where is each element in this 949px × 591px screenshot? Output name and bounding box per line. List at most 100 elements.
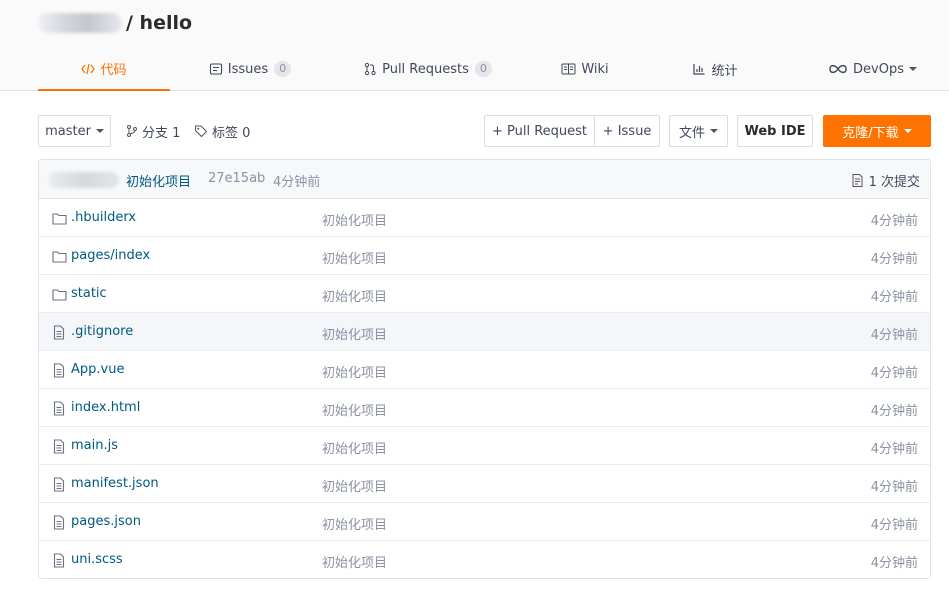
issues-count-badge: 0	[274, 61, 292, 77]
file-commit-message[interactable]: 初始化项目	[322, 476, 387, 495]
tab-code[interactable]: 代码	[38, 48, 170, 91]
file-menu-label: 文件	[678, 125, 705, 141]
file-row[interactable]: .hbuilderx 初始化项目 4分钟前	[39, 199, 930, 237]
file-row[interactable]: pages/index 初始化项目 4分钟前	[39, 237, 930, 275]
folder-icon	[51, 248, 67, 264]
file-commit-time: 4分钟前	[870, 556, 918, 571]
commit-message[interactable]: 初始化项目	[126, 171, 191, 190]
repo-toolbar: master 分支 1 标签 0 + Pull Request + Issue …	[38, 115, 931, 147]
tab-stats[interactable]: 统计	[675, 48, 755, 90]
new-issue-button[interactable]: + Issue	[594, 115, 660, 147]
file-name-link[interactable]: pages.json	[71, 514, 141, 529]
repo-header: / hello 代码 Issues 0 Pull Requests 0 Wiki…	[0, 0, 949, 91]
file-row[interactable]: uni.scss 初始化项目 4分钟前	[39, 541, 930, 578]
tab-label: Wiki	[581, 61, 609, 77]
file-name-link[interactable]: App.vue	[71, 362, 124, 377]
folder-icon	[51, 286, 67, 302]
file-rows: .hbuilderx 初始化项目 4分钟前 pages/index 初始化项目 4分钟前 s…	[39, 199, 930, 578]
tab-label: DevOps	[853, 61, 904, 77]
branch-icon	[126, 124, 138, 138]
commit-count-label: 1 次提交	[868, 175, 920, 190]
code-icon	[81, 62, 96, 76]
file-row[interactable]: static 初始化项目 4分钟前	[39, 275, 930, 313]
file-commit-message[interactable]: 初始化项目	[322, 400, 387, 419]
tag-icon	[194, 124, 208, 138]
file-name-link[interactable]: uni.scss	[71, 552, 123, 567]
file-icon	[51, 552, 67, 568]
branch-select-label: master	[45, 123, 91, 139]
file-commit-message[interactable]: 初始化项目	[322, 286, 387, 305]
pr-count-badge: 0	[474, 61, 492, 77]
commit-author-redacted[interactable]	[49, 172, 119, 188]
file-commit-message[interactable]: 初始化项目	[322, 514, 387, 533]
file-commit-time: 4分钟前	[870, 366, 918, 381]
file-commit-time: 4分钟前	[870, 290, 918, 305]
latest-commit-bar: 初始化项目 27e15ab 4分钟前 1 次提交	[39, 160, 930, 199]
repo-tabs: 代码 Issues 0 Pull Requests 0 Wiki 统计 DevO…	[0, 48, 949, 91]
file-commit-message[interactable]: 初始化项目	[322, 248, 387, 267]
file-commit-time: 4分钟前	[870, 442, 918, 457]
file-commit-time: 4分钟前	[870, 518, 918, 533]
file-icon	[51, 362, 67, 378]
file-commit-message[interactable]: 初始化项目	[322, 362, 387, 381]
web-ide-button[interactable]: Web IDE	[737, 115, 813, 147]
clone-download-button[interactable]: 克隆/下载	[823, 115, 931, 147]
tab-label: Pull Requests	[382, 61, 469, 77]
repo-title: / hello	[38, 10, 192, 36]
file-commit-time: 4分钟前	[870, 328, 918, 343]
wiki-icon	[561, 62, 576, 76]
branch-select[interactable]: master	[38, 115, 111, 147]
file-row[interactable]: manifest.json 初始化项目 4分钟前	[39, 465, 930, 503]
tab-wiki[interactable]: Wiki	[545, 48, 625, 90]
commit-history-icon	[851, 173, 864, 188]
file-icon	[51, 476, 67, 492]
commit-count-link[interactable]: 1 次提交	[851, 171, 920, 190]
devops-icon	[828, 63, 848, 75]
tab-devops[interactable]: DevOps	[815, 48, 930, 90]
tab-label: 统计	[711, 63, 738, 79]
chevron-down-icon	[908, 67, 917, 71]
clone-download-label: 克隆/下载	[842, 125, 899, 141]
commit-hash[interactable]: 27e15ab	[208, 171, 265, 186]
file-name-link[interactable]: manifest.json	[71, 476, 159, 491]
issues-icon	[209, 62, 223, 76]
file-name-link[interactable]: main.js	[71, 438, 118, 453]
file-commit-message[interactable]: 初始化项目	[322, 552, 387, 571]
file-row[interactable]: App.vue 初始化项目 4分钟前	[39, 351, 930, 389]
file-commit-time: 4分钟前	[870, 404, 918, 419]
repo-name[interactable]: / hello	[126, 12, 192, 34]
file-icon	[51, 324, 67, 340]
tab-label: Issues	[227, 61, 269, 77]
branches-link[interactable]: 分支 1	[126, 115, 180, 147]
tags-link[interactable]: 标签 0	[194, 115, 250, 147]
file-commit-message[interactable]: 初始化项目	[322, 210, 387, 229]
file-icon	[51, 438, 67, 454]
file-list: 初始化项目 27e15ab 4分钟前 1 次提交 .hbuilderx 初始化项目…	[38, 159, 931, 579]
file-name-link[interactable]: .gitignore	[71, 324, 133, 339]
file-row[interactable]: .gitignore 初始化项目 4分钟前	[39, 313, 930, 351]
pull-request-icon	[363, 62, 377, 76]
file-name-link[interactable]: static	[71, 286, 107, 301]
tab-issues[interactable]: Issues 0	[190, 48, 310, 90]
file-name-link[interactable]: .hbuilderx	[71, 210, 136, 225]
chevron-down-icon	[95, 129, 104, 133]
tags-label: 标签 0	[212, 125, 251, 141]
new-pull-request-button[interactable]: + Pull Request	[484, 115, 595, 147]
file-commit-time: 4分钟前	[870, 214, 918, 229]
stats-icon	[692, 62, 706, 76]
file-name-link[interactable]: pages/index	[71, 248, 150, 263]
file-row[interactable]: index.html 初始化项目 4分钟前	[39, 389, 930, 427]
file-row[interactable]: main.js 初始化项目 4分钟前	[39, 427, 930, 465]
file-commit-message[interactable]: 初始化项目	[322, 324, 387, 343]
file-row[interactable]: pages.json 初始化项目 4分钟前	[39, 503, 930, 541]
file-commit-message[interactable]: 初始化项目	[322, 438, 387, 457]
file-commit-time: 4分钟前	[870, 252, 918, 267]
tab-pull-requests[interactable]: Pull Requests 0	[345, 48, 510, 90]
tab-label: 代码	[100, 63, 127, 78]
file-icon	[51, 514, 67, 530]
file-menu-button[interactable]: 文件	[669, 115, 728, 147]
file-name-link[interactable]: index.html	[71, 400, 140, 415]
file-icon	[51, 400, 67, 416]
commit-time: 4分钟前	[273, 175, 321, 190]
repo-owner-redacted[interactable]	[38, 13, 122, 33]
